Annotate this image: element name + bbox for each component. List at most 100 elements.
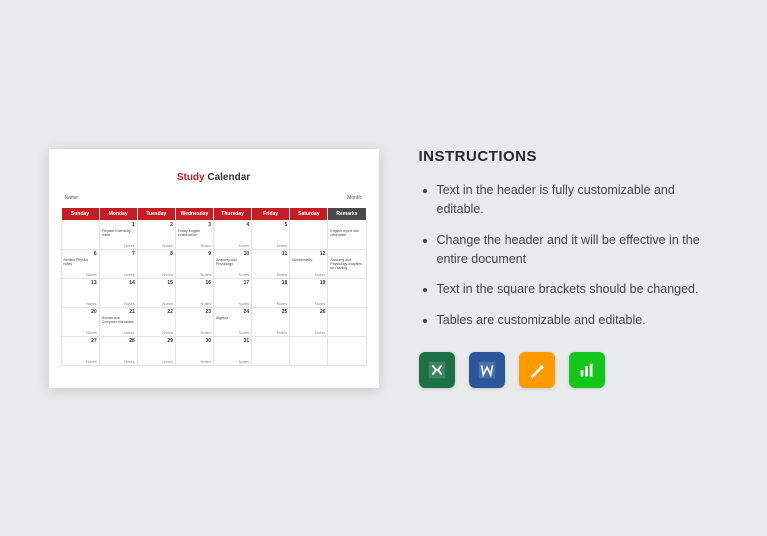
remarks-cell: Anatomy and Physiology chapters for read… xyxy=(328,249,366,278)
calendar-header-cell: Remarks xyxy=(328,207,366,220)
day-number: 6 xyxy=(94,251,97,257)
cell-text: Human and Computer Interaction xyxy=(102,316,135,324)
format-icons-row xyxy=(419,352,719,388)
day-number: 19 xyxy=(320,280,326,286)
calendar-cell: 10Anatomy and PhysiologyNotes xyxy=(214,249,252,278)
calendar-row: 20 Notes 21Human and Computer Interaction N… xyxy=(61,307,366,336)
cell-text: Algebra xyxy=(216,316,249,320)
instruction-item: Tables are customizable and editable. xyxy=(437,311,719,330)
pages-icon xyxy=(519,352,555,388)
day-number: 4 xyxy=(246,222,249,228)
calendar-cell: 5Notes xyxy=(252,220,290,249)
day-number: 13 xyxy=(91,280,97,286)
cell-text: Friday English examination xyxy=(178,229,211,237)
day-number: 8 xyxy=(170,251,173,257)
instruction-item: Text in the header is fully customizable… xyxy=(437,181,719,219)
calendar-row: 6Review Physics notesNotes7Notes8Notes9N… xyxy=(61,249,366,278)
excel-icon xyxy=(419,352,455,388)
day-number: 7 xyxy=(132,251,135,257)
notes-label: Notes xyxy=(239,301,249,306)
instruction-item: Text in the square brackets should be ch… xyxy=(437,280,719,299)
calendar-cell: 27Notes xyxy=(61,336,99,365)
calendar-cell: 11 Notes xyxy=(252,249,290,278)
day-number: 26 xyxy=(320,309,326,315)
meta-month: Month: xyxy=(347,195,362,201)
notes-label: Notes xyxy=(86,330,96,335)
day-number: 23 xyxy=(205,309,211,315)
calendar-cell: 12BiochemistryNotes xyxy=(290,249,328,278)
instructions-panel: INSTRUCTIONS Text in the header is fully… xyxy=(419,148,719,388)
calendar-table: SundayMondayTuesdayWednesdayThursdayFrid… xyxy=(61,207,367,366)
calendar-row: 13Notes14Notes15Notes16Notes17Notes18Not… xyxy=(61,278,366,307)
calendar-cell: 19 Notes xyxy=(290,278,328,307)
calendar-cell: 15Notes xyxy=(137,278,175,307)
notes-label: Notes xyxy=(162,359,172,364)
cell-text: Review Physics notes xyxy=(64,258,97,266)
preview-title: Study Calendar xyxy=(61,167,367,185)
calendar-cell: 25 Notes xyxy=(252,307,290,336)
day-number: 12 xyxy=(320,251,326,257)
numbers-icon xyxy=(569,352,605,388)
notes-label: Notes xyxy=(124,359,134,364)
notes-label: Notes xyxy=(315,330,325,335)
notes-label: Notes xyxy=(86,272,96,277)
remarks-cell xyxy=(328,278,366,307)
calendar-header-cell: Friday xyxy=(252,207,290,220)
day-number: 25 xyxy=(282,309,288,315)
calendar-cell: 22Notes xyxy=(137,307,175,336)
instructions-heading: INSTRUCTIONS xyxy=(419,148,719,165)
notes-label: Notes xyxy=(86,301,96,306)
day-number: 21 xyxy=(129,309,135,315)
notes-label: Notes xyxy=(201,301,211,306)
cell-text: Anatomy and Physiology xyxy=(216,258,249,266)
notes-label: Notes xyxy=(239,330,249,335)
day-number: 28 xyxy=(129,338,135,344)
day-number: 20 xyxy=(91,309,97,315)
calendar-cell: 18 Notes xyxy=(252,278,290,307)
day-number: 30 xyxy=(205,338,211,344)
day-number: 10 xyxy=(244,251,250,257)
instructions-list: Text in the header is fully customizable… xyxy=(419,181,719,330)
day-number: 18 xyxy=(282,280,288,286)
notes-label: Notes xyxy=(201,359,211,364)
notes-label: Notes xyxy=(124,330,134,335)
day-number: 11 xyxy=(282,251,287,257)
day-number: 29 xyxy=(167,338,173,344)
calendar-cell: 20 Notes xyxy=(61,307,99,336)
cell-text: Biochemistry xyxy=(292,258,325,262)
remarks-cell xyxy=(328,336,366,365)
calendar-cell: 26 Notes xyxy=(290,307,328,336)
calendar-header-cell: Monday xyxy=(99,207,137,220)
calendar-header-cell: Saturday xyxy=(290,207,328,220)
calendar-cell: 6Review Physics notes Notes xyxy=(61,249,99,278)
calendar-cell: 29 Notes xyxy=(137,336,175,365)
calendar-row: 1Prepare Chemistry notesNotes2Notes3Frid… xyxy=(61,220,366,249)
notes-label: Notes xyxy=(277,330,287,335)
calendar-cell: 16 Notes xyxy=(175,278,213,307)
day-number: 14 xyxy=(129,280,135,286)
notes-label: Notes xyxy=(201,330,211,335)
day-number: 15 xyxy=(167,280,173,286)
calendar-cell: 28 Notes xyxy=(99,336,137,365)
cell-text: Prepare Chemistry notes xyxy=(102,229,135,237)
notes-label: Notes xyxy=(124,301,134,306)
notes-label: Notes xyxy=(315,301,325,306)
remarks-cell xyxy=(328,307,366,336)
calendar-cell: 24Algebra Notes xyxy=(214,307,252,336)
calendar-header-cell: Wednesday xyxy=(175,207,213,220)
day-number: 17 xyxy=(244,280,250,286)
notes-label: Notes xyxy=(277,272,287,277)
notes-label: Notes xyxy=(277,301,287,306)
calendar-cell: 14 Notes xyxy=(99,278,137,307)
calendar-header-cell: Tuesday xyxy=(137,207,175,220)
calendar-cell: 17 Notes xyxy=(214,278,252,307)
notes-label: Notes xyxy=(124,243,134,248)
notes-label: Notes xyxy=(86,359,96,364)
calendar-cell: 31Notes xyxy=(214,336,252,365)
notes-label: Notes xyxy=(162,272,172,277)
calendar-cell: 2Notes xyxy=(137,220,175,249)
day-number: 16 xyxy=(205,280,211,286)
calendar-header-cell: Sunday xyxy=(61,207,99,220)
day-number: 24 xyxy=(244,309,250,315)
calendar-cell: 23 Notes xyxy=(175,307,213,336)
